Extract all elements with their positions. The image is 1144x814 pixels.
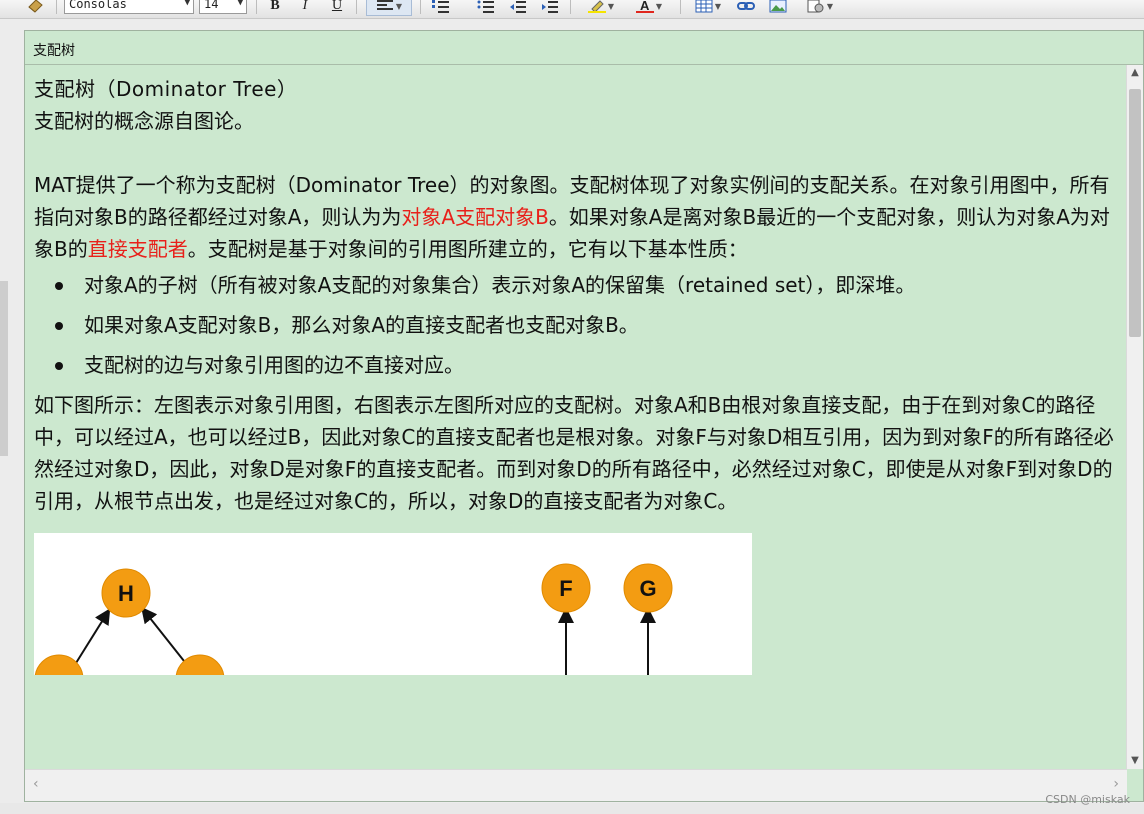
p1-highlight-immediate-dominator: 直接支配者 — [87, 237, 188, 261]
bullet-list-button[interactable] — [474, 0, 498, 16]
insert-link-button[interactable] — [734, 0, 758, 16]
list-item-text: 支配树的边与对象引用图的边不直接对应。 — [84, 353, 464, 377]
link-icon — [737, 2, 755, 10]
figure-svg: H F G — [34, 563, 673, 675]
italic-button[interactable]: I — [296, 0, 314, 16]
doc-paragraph-1: MAT提供了一个称为支配树（Dominator Tree）的对象图。支配树体现了… — [34, 169, 1120, 265]
graph-node-partial — [34, 654, 84, 675]
highlight-color-button[interactable]: ▼ — [580, 0, 622, 16]
note-title-bar: 支配树 — [25, 31, 1143, 65]
doc-intro: 支配树的概念源自图论。 — [34, 109, 254, 133]
doc-paragraph-2: 如下图所示：左图表示对象引用图，右图表示左图所对应的支配树。对象A和B由根对象直… — [34, 393, 1114, 513]
node-label: G — [639, 576, 656, 601]
formatting-toolbar: Consolas ▼ 14 ▼ B I U ▼ ▼ A ▼ ▼ ▼ — [0, 0, 1144, 19]
toolbar-separator — [56, 0, 57, 14]
properties-list: 对象A的子树（所有被对象A支配的对象集合）表示对象A的保留集（retained … — [34, 265, 1120, 385]
left-gutter — [0, 19, 16, 814]
vertical-scroll-thumb[interactable] — [1129, 89, 1141, 337]
insert-table-button[interactable]: ▼ — [690, 0, 726, 16]
font-size-value: 14 — [204, 0, 219, 11]
insert-image-button[interactable] — [766, 0, 790, 16]
note-editor: 支配树 支配树（Dominator Tree） 支配树的概念源自图论。 MAT提… — [24, 30, 1144, 802]
list-item: 支配树的边与对象引用图的边不直接对应。 — [34, 345, 1120, 385]
align-left-icon — [376, 0, 393, 10]
toolbar-separator — [420, 0, 421, 14]
bullet-list-icon — [477, 0, 494, 13]
p1-text-c: 。支配树是基于对象间的引用图所建立的，它有以下基本性质： — [187, 237, 748, 261]
font-name-value: Consolas — [69, 0, 127, 11]
note-title[interactable]: 支配树 — [33, 40, 75, 60]
indent-icon — [542, 1, 558, 13]
status-bar — [0, 803, 1144, 814]
bullet-icon — [55, 362, 63, 370]
dominator-tree-figure[interactable]: H F G — [34, 533, 752, 675]
node-label: F — [559, 576, 572, 601]
numbered-list-icon — [432, 0, 449, 13]
decrease-indent-button[interactable] — [506, 0, 530, 16]
object-icon — [807, 0, 824, 13]
chevron-down-icon: ▼ — [237, 0, 243, 8]
doc-heading: 支配树（Dominator Tree） — [34, 77, 298, 101]
insert-object-button[interactable]: ▼ — [800, 0, 840, 16]
outdent-icon — [510, 1, 526, 13]
font-name-select[interactable]: Consolas ▼ — [64, 0, 194, 14]
bullet-icon — [55, 322, 63, 330]
numbered-list-button[interactable] — [430, 0, 452, 16]
horizontal-scrollbar[interactable]: ‹ › — [25, 769, 1127, 801]
font-size-select[interactable]: 14 ▼ — [199, 0, 247, 14]
scroll-up-icon[interactable]: ▲ — [1127, 65, 1143, 81]
note-content[interactable]: 支配树（Dominator Tree） 支配树的概念源自图论。 MAT提供了一个… — [25, 65, 1127, 769]
edge-to-h-left — [75, 608, 111, 664]
list-item: 对象A的子树（所有被对象A支配的对象集合）表示对象A的保留集（retained … — [34, 265, 1120, 305]
gutter-scroll-indicator — [0, 281, 8, 456]
image-icon — [769, 0, 787, 13]
increase-indent-button[interactable] — [538, 0, 562, 16]
tree-node-g: G — [623, 563, 673, 613]
p1-highlight-dominates: 对象A支配对象B — [401, 205, 549, 229]
scroll-down-icon[interactable]: ▼ — [1127, 753, 1143, 769]
highlighter-icon — [587, 0, 606, 13]
tree-node-f: F — [541, 563, 591, 613]
scroll-left-icon[interactable]: ‹ — [33, 776, 39, 792]
vertical-scrollbar[interactable]: ▲ ▼ — [1126, 65, 1143, 769]
font-color-button[interactable]: A ▼ — [628, 0, 670, 16]
align-left-button[interactable]: ▼ — [366, 0, 412, 16]
graph-node-h: H — [101, 568, 151, 618]
bold-button[interactable]: B — [266, 0, 284, 16]
watermark: CSDN @miskak — [1045, 793, 1130, 806]
edge-to-h-right — [141, 606, 185, 662]
underline-button[interactable]: U — [328, 0, 346, 16]
bullet-icon — [55, 282, 63, 290]
node-label: H — [118, 581, 134, 606]
eraser-icon[interactable] — [24, 0, 46, 16]
chevron-down-icon: ▼ — [184, 0, 190, 8]
graph-node-partial — [175, 654, 225, 675]
list-item: 如果对象A支配对象B，那么对象A的直接支配者也支配对象B。 — [34, 305, 1120, 345]
scroll-right-icon[interactable]: › — [1113, 776, 1119, 792]
table-icon — [695, 0, 713, 13]
toolbar-separator — [356, 0, 357, 14]
toolbar-separator — [680, 0, 681, 14]
toolbar-separator — [570, 0, 571, 14]
list-item-text: 对象A的子树（所有被对象A支配的对象集合）表示对象A的保留集（retained … — [84, 273, 916, 297]
toolbar-separator — [256, 0, 257, 14]
list-item-text: 如果对象A支配对象B，那么对象A的直接支配者也支配对象B。 — [84, 313, 639, 337]
font-color-icon: A — [635, 0, 654, 13]
